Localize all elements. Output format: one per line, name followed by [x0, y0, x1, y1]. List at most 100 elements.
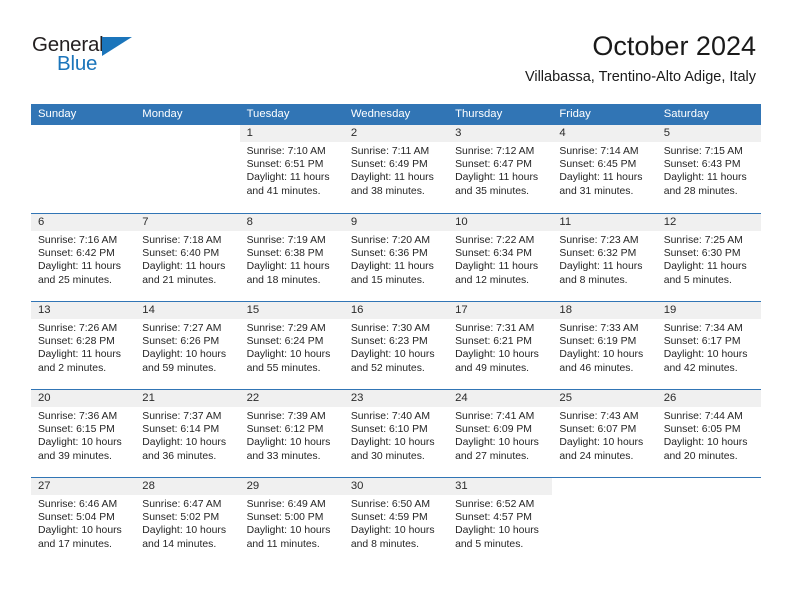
day-cell[interactable]: 31 Sunrise: 6:52 AM Sunset: 4:57 PM Dayl…: [448, 478, 553, 565]
day-cell[interactable]: [31, 125, 136, 213]
day-cell[interactable]: 27 Sunrise: 6:46 AM Sunset: 5:04 PM Dayl…: [31, 478, 136, 565]
day-cell[interactable]: [135, 125, 240, 213]
day-cell[interactable]: [552, 478, 657, 565]
day-cell[interactable]: 1 Sunrise: 7:10 AM Sunset: 6:51 PM Dayli…: [239, 125, 344, 213]
daylight-text-line1: Daylight: 10 hours: [350, 437, 435, 449]
sunset-text: Sunset: 5:04 PM: [38, 512, 115, 524]
day-details: Sunrise: 6:47 AM Sunset: 5:02 PM Dayligh…: [135, 495, 239, 551]
day-cell[interactable]: 4 Sunrise: 7:14 AM Sunset: 6:45 PM Dayli…: [552, 125, 657, 213]
week-row: 20 Sunrise: 7:36 AM Sunset: 6:15 PM Dayl…: [31, 389, 761, 477]
day-details: Sunrise: 7:29 AM Sunset: 6:24 PM Dayligh…: [240, 319, 344, 375]
day-cell[interactable]: 14 Sunrise: 7:27 AM Sunset: 6:26 PM Dayl…: [135, 302, 240, 389]
sunset-text: Sunset: 6:24 PM: [246, 336, 324, 348]
daylight-text-line1: Daylight: 10 hours: [142, 525, 227, 537]
day-number: 14: [135, 302, 240, 319]
week-row: 13 Sunrise: 7:26 AM Sunset: 6:28 PM Dayl…: [31, 301, 761, 389]
day-cell[interactable]: 12 Sunrise: 7:25 AM Sunset: 6:30 PM Dayl…: [656, 214, 761, 301]
day-details: Sunrise: 7:12 AM Sunset: 6:47 PM Dayligh…: [448, 142, 552, 198]
day-cell[interactable]: 10 Sunrise: 7:22 AM Sunset: 6:34 PM Dayl…: [448, 214, 553, 301]
sunset-text: Sunset: 6:32 PM: [559, 248, 637, 260]
daylight-text-line1: Daylight: 10 hours: [246, 437, 331, 449]
day-cell[interactable]: 6 Sunrise: 7:16 AM Sunset: 6:42 PM Dayli…: [31, 214, 136, 301]
day-number: 5: [656, 125, 761, 142]
day-details: Sunrise: 7:20 AM Sunset: 6:36 PM Dayligh…: [344, 231, 448, 287]
daylight-text-line1: Daylight: 10 hours: [455, 525, 539, 537]
day-number: 6: [31, 214, 136, 231]
day-cell[interactable]: 7 Sunrise: 7:18 AM Sunset: 6:40 PM Dayli…: [135, 214, 240, 301]
day-cell[interactable]: 26 Sunrise: 7:44 AM Sunset: 6:05 PM Dayl…: [656, 390, 761, 477]
sunset-text: Sunset: 6:23 PM: [350, 336, 428, 348]
sunset-text: Sunset: 6:51 PM: [246, 159, 324, 171]
day-cell[interactable]: 30 Sunrise: 6:50 AM Sunset: 4:59 PM Dayl…: [343, 478, 449, 565]
daylight-text-line2: and 59 minutes.: [142, 362, 217, 374]
sunrise-text: Sunrise: 7:26 AM: [38, 323, 118, 334]
daylight-text-line2: and 5 minutes.: [455, 538, 524, 550]
daylight-text-line2: and 41 minutes.: [246, 185, 321, 197]
day-cell[interactable]: 2 Sunrise: 7:11 AM Sunset: 6:49 PM Dayli…: [343, 125, 449, 213]
sunset-text: Sunset: 6:15 PM: [38, 424, 115, 436]
generalblue-logo[interactable]: General Blue: [32, 34, 152, 84]
day-number: 1: [239, 125, 344, 142]
page-subtitle: Villabassa, Trentino-Alto Adige, Italy: [524, 69, 756, 85]
day-cell[interactable]: 21 Sunrise: 7:37 AM Sunset: 6:14 PM Dayl…: [135, 390, 240, 477]
day-number: 23: [343, 390, 449, 407]
daylight-text-line1: Daylight: 10 hours: [350, 525, 435, 537]
day-cell[interactable]: 9 Sunrise: 7:20 AM Sunset: 6:36 PM Dayli…: [343, 214, 449, 301]
daylight-text-line1: Daylight: 10 hours: [38, 437, 122, 449]
day-details: Sunrise: 7:18 AM Sunset: 6:40 PM Dayligh…: [135, 231, 239, 287]
daylight-text-line2: and 39 minutes.: [38, 450, 112, 462]
day-cell[interactable]: 25 Sunrise: 7:43 AM Sunset: 6:07 PM Dayl…: [552, 390, 657, 477]
day-cell[interactable]: 19 Sunrise: 7:34 AM Sunset: 6:17 PM Dayl…: [656, 302, 761, 389]
sunrise-text: Sunrise: 7:22 AM: [455, 235, 535, 246]
sunset-text: Sunset: 6:19 PM: [559, 336, 637, 348]
sunset-text: Sunset: 6:17 PM: [663, 336, 741, 348]
daylight-text-line2: and 5 minutes.: [663, 274, 732, 286]
daylight-text-line1: Daylight: 11 hours: [246, 261, 330, 273]
day-number: 20: [31, 390, 136, 407]
sunrise-text: Sunrise: 7:12 AM: [455, 146, 535, 157]
day-cell[interactable]: 24 Sunrise: 7:41 AM Sunset: 6:09 PM Dayl…: [448, 390, 553, 477]
day-details: [657, 495, 761, 498]
day-cell[interactable]: 23 Sunrise: 7:40 AM Sunset: 6:10 PM Dayl…: [343, 390, 449, 477]
day-number: [31, 125, 135, 142]
day-number: 17: [448, 302, 553, 319]
daylight-text-line2: and 21 minutes.: [142, 274, 217, 286]
day-number: 12: [656, 214, 761, 231]
daylight-text-line2: and 35 minutes.: [455, 185, 530, 197]
day-cell[interactable]: 5 Sunrise: 7:15 AM Sunset: 6:43 PM Dayli…: [656, 125, 761, 213]
day-cell[interactable]: 28 Sunrise: 6:47 AM Sunset: 5:02 PM Dayl…: [135, 478, 240, 565]
daylight-text-line2: and 2 minutes.: [38, 362, 107, 374]
day-number: 9: [343, 214, 449, 231]
day-details: [31, 142, 135, 145]
daylight-text-line2: and 14 minutes.: [142, 538, 217, 550]
daylight-text-line1: Daylight: 10 hours: [455, 437, 539, 449]
sunrise-text: Sunrise: 7:41 AM: [455, 411, 535, 422]
title-block: October 2024 Villabassa, Trentino-Alto A…: [525, 30, 756, 86]
daylight-text-line1: Daylight: 11 hours: [350, 261, 434, 273]
day-number: 2: [343, 125, 449, 142]
day-cell[interactable]: 22 Sunrise: 7:39 AM Sunset: 6:12 PM Dayl…: [239, 390, 344, 477]
day-cell[interactable]: 18 Sunrise: 7:33 AM Sunset: 6:19 PM Dayl…: [552, 302, 657, 389]
daylight-text-line1: Daylight: 11 hours: [455, 261, 539, 273]
sunrise-text: Sunrise: 7:34 AM: [663, 323, 743, 334]
weekday-thursday: Thursday: [455, 108, 503, 120]
day-cell[interactable]: 29 Sunrise: 6:49 AM Sunset: 5:00 PM Dayl…: [239, 478, 344, 565]
daylight-text-line1: Daylight: 11 hours: [663, 261, 747, 273]
day-cell[interactable]: 15 Sunrise: 7:29 AM Sunset: 6:24 PM Dayl…: [239, 302, 344, 389]
day-cell[interactable]: [656, 478, 761, 565]
daylight-text-line2: and 52 minutes.: [350, 362, 425, 374]
sunrise-text: Sunrise: 7:39 AM: [246, 411, 326, 422]
sunset-text: Sunset: 5:00 PM: [246, 512, 324, 524]
day-cell[interactable]: 17 Sunrise: 7:31 AM Sunset: 6:21 PM Dayl…: [448, 302, 553, 389]
day-cell[interactable]: 11 Sunrise: 7:23 AM Sunset: 6:32 PM Dayl…: [552, 214, 657, 301]
day-cell[interactable]: 13 Sunrise: 7:26 AM Sunset: 6:28 PM Dayl…: [31, 302, 136, 389]
daylight-text-line2: and 31 minutes.: [559, 185, 634, 197]
daylight-text-line1: Daylight: 10 hours: [38, 525, 122, 537]
day-cell[interactable]: 20 Sunrise: 7:36 AM Sunset: 6:15 PM Dayl…: [31, 390, 136, 477]
day-cell[interactable]: 3 Sunrise: 7:12 AM Sunset: 6:47 PM Dayli…: [448, 125, 553, 213]
day-cell[interactable]: 8 Sunrise: 7:19 AM Sunset: 6:38 PM Dayli…: [239, 214, 344, 301]
day-number: 27: [31, 478, 136, 495]
day-cell[interactable]: 16 Sunrise: 7:30 AM Sunset: 6:23 PM Dayl…: [343, 302, 449, 389]
day-details: Sunrise: 6:50 AM Sunset: 4:59 PM Dayligh…: [344, 495, 448, 551]
weekday-wednesday: Wednesday: [350, 108, 411, 120]
